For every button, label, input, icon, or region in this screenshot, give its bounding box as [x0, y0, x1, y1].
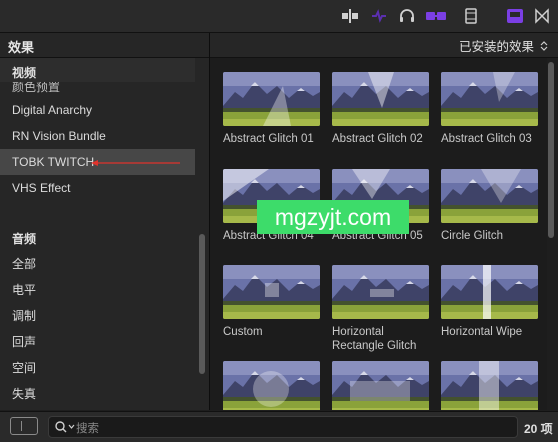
- search-field[interactable]: 搜索: [48, 416, 518, 438]
- effect-name: Abstract Glitch 02: [332, 133, 423, 145]
- effect-tile[interactable]: Abstract Glitch 02: [332, 72, 429, 146]
- sidebar-item-label: 颜色预置: [12, 82, 61, 94]
- solo-icon[interactable]: [424, 6, 448, 26]
- sidebar-item-label: 回声: [12, 335, 37, 349]
- effect-tile[interactable]: [441, 361, 538, 410]
- sidebar-item-label: TOBK TWITCH: [12, 155, 95, 169]
- sidebar-item-audio-all[interactable]: 全部: [0, 251, 195, 277]
- effects-category-list: 视频 颜色预置 Digital Anarchy RN Vision Bundle…: [0, 58, 209, 410]
- effect-tile[interactable]: Horizontal Rectangle Glitch: [332, 265, 429, 353]
- search-icon: [55, 421, 75, 433]
- sidebar-title: 效果: [8, 40, 35, 55]
- effect-tile[interactable]: Abstract Glitch 03: [441, 72, 538, 146]
- sidebar-item-space[interactable]: 空间: [0, 355, 195, 381]
- effect-tile[interactable]: Circle Glitch: [441, 169, 538, 243]
- sidebar-item-label: 失真: [12, 387, 37, 401]
- watermark: mgzyjt.com: [257, 200, 409, 234]
- top-toolbar: [0, 0, 558, 33]
- sidebar-item-label: RN Vision Bundle: [12, 129, 106, 143]
- effect-tile[interactable]: [223, 361, 320, 410]
- effect-thumbnail: [223, 72, 320, 126]
- headphones-icon[interactable]: [397, 6, 417, 26]
- transitions-icon[interactable]: [532, 6, 552, 26]
- sidebar-item-color-presets[interactable]: 颜色预置: [0, 82, 195, 94]
- effect-thumbnail: [441, 361, 538, 410]
- filmstrip-icon[interactable]: [461, 6, 481, 26]
- effects-grid: Abstract Glitch 01 Abstract Glitch 02 Ab…: [210, 58, 547, 410]
- video-section-header: 视频: [0, 58, 195, 82]
- effect-name: Horizontal Wipe: [441, 326, 523, 338]
- sidebar-item-tobk-twitch[interactable]: TOBK TWITCH: [0, 149, 195, 175]
- sidebar-item-label: 空间: [12, 361, 37, 375]
- effect-name: Abstract Glitch 03: [441, 133, 532, 145]
- effect-name: Horizontal Rectangle Glitch: [332, 326, 417, 352]
- item-count: 20 项: [524, 422, 553, 436]
- sidebar-item-label: 电平: [12, 283, 37, 297]
- sidebar-item-rn-vision-bundle[interactable]: RN Vision Bundle: [0, 123, 195, 149]
- sidebar-item-vhs-effect[interactable]: VHS Effect: [0, 175, 195, 201]
- effect-thumbnail: [223, 361, 320, 410]
- sidebar-header: 效果: [0, 33, 209, 58]
- effect-tile[interactable]: [332, 361, 429, 410]
- content-header: 已安装的效果: [210, 33, 558, 58]
- sidebar-item-label: VHS Effect: [12, 181, 71, 195]
- split-edit-icon[interactable]: [339, 6, 361, 26]
- effect-thumbnail: [441, 265, 538, 319]
- sidebar-item-levels[interactable]: 电平: [0, 277, 195, 303]
- effect-thumbnail: [441, 72, 538, 126]
- filter-label: 已安装的效果: [458, 40, 534, 54]
- annotation-arrow: [91, 160, 180, 166]
- effect-tile[interactable]: Abstract Glitch 01: [223, 72, 320, 146]
- sidebar-item-digital-anarchy[interactable]: Digital Anarchy: [0, 97, 195, 123]
- effect-name: Circle Glitch: [441, 230, 503, 242]
- sidebar-toggle-icon[interactable]: [10, 417, 38, 435]
- effect-thumbnail: [332, 361, 429, 410]
- grid-scrollbar[interactable]: [548, 62, 554, 238]
- sidebar-item-label: 全部: [12, 257, 37, 271]
- sidebar-item-distortion[interactable]: 失真: [0, 381, 195, 407]
- effect-tile[interactable]: Horizontal Wipe: [441, 265, 538, 339]
- audio-section-header: 音频: [0, 224, 195, 248]
- sidebar-item-echo[interactable]: 回声: [0, 329, 195, 355]
- effect-thumbnail: [332, 265, 429, 319]
- sidebar-item-modulation[interactable]: 调制: [0, 303, 195, 329]
- sidebar-scrollbar[interactable]: [199, 234, 205, 374]
- chevron-updown-icon: [540, 40, 548, 51]
- effect-thumbnail: [223, 265, 320, 319]
- effect-thumbnail: [441, 169, 538, 223]
- filter-popup[interactable]: 已安装的效果: [459, 36, 548, 55]
- sidebar-item-label: 调制: [12, 309, 37, 323]
- search-placeholder: 搜索: [76, 423, 99, 435]
- sidebar-item-label: Digital Anarchy: [12, 103, 93, 117]
- effect-name: Abstract Glitch 01: [223, 133, 314, 145]
- effect-thumbnail: [332, 72, 429, 126]
- video-section-label: 视频: [12, 66, 37, 80]
- effects-browser-icon[interactable]: [504, 6, 526, 26]
- effect-name: Custom: [223, 326, 263, 338]
- effect-tile[interactable]: Custom: [223, 265, 320, 339]
- audio-skimming-icon[interactable]: [369, 6, 389, 26]
- audio-section-label: 音频: [12, 232, 37, 246]
